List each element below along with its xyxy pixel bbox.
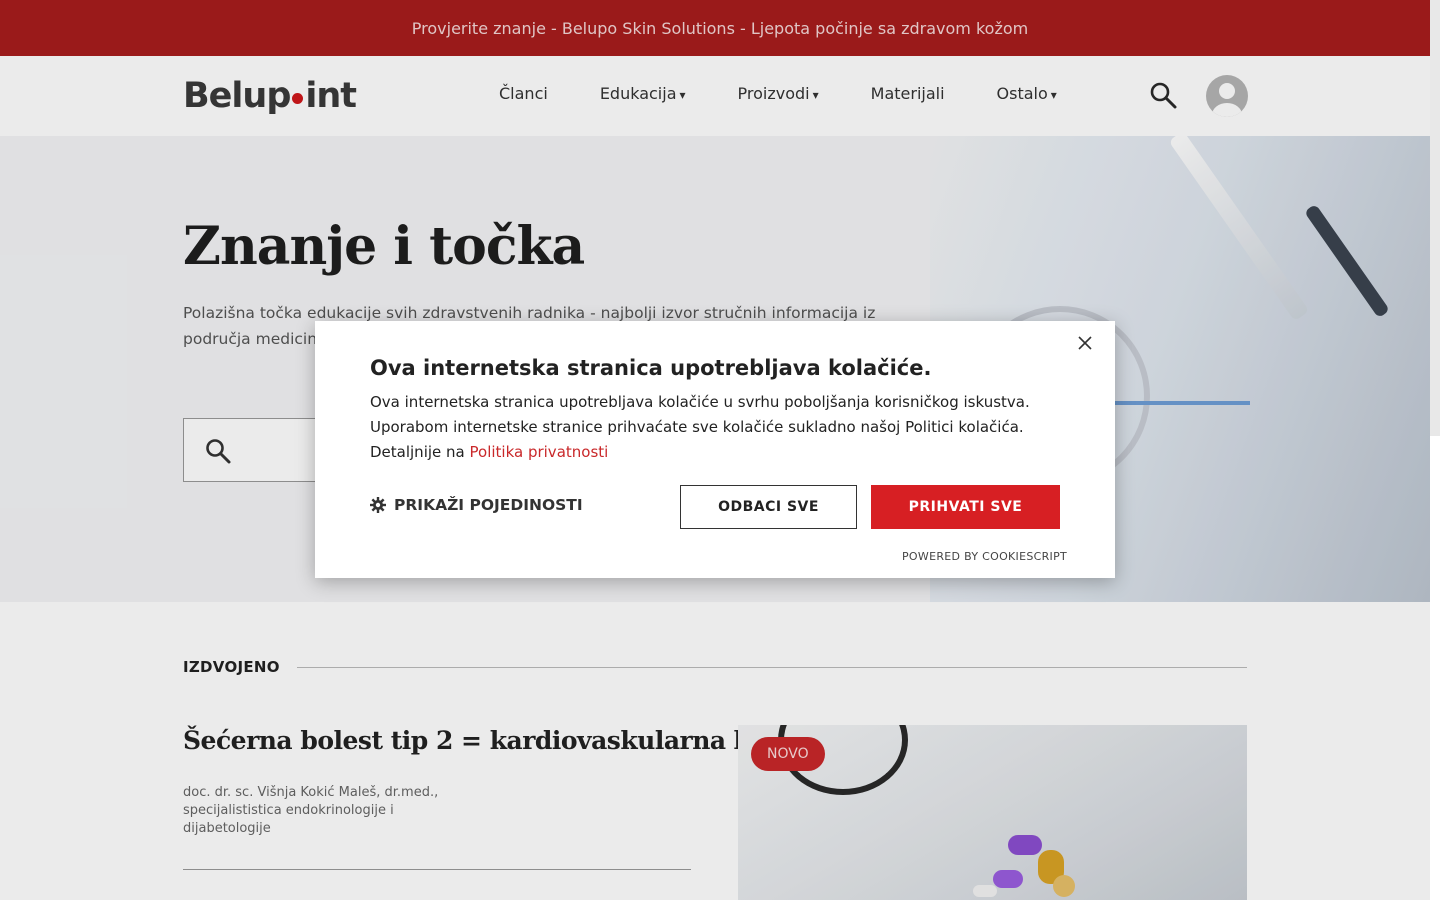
cookie-text-line: Uporabom internetske stranice prihvaćate… [370, 418, 1024, 436]
cookie-consent-dialog: Ova internetska stranica upotrebljava ko… [315, 321, 1115, 578]
privacy-policy-link[interactable]: Politika privatnosti [470, 443, 609, 461]
cookie-text-line: Ova internetska stranica upotrebljava ko… [370, 393, 1030, 411]
close-icon [1078, 336, 1092, 350]
cookie-dialog-text: Ova internetska stranica upotrebljava ko… [370, 390, 1070, 465]
show-details-button[interactable]: PRIKAŽI POJEDINOSTI [370, 496, 583, 514]
cookie-dialog-title: Ova internetska stranica upotrebljava ko… [370, 356, 932, 380]
close-button[interactable] [1077, 335, 1093, 351]
reject-all-button[interactable]: ODBACI SVE [680, 485, 857, 529]
cookie-text-line: Detaljnije na Politika privatnosti [370, 440, 1070, 465]
powered-by-cookiescript-link[interactable]: POWERED BY COOKIESCRIPT [902, 550, 1067, 563]
show-details-label: PRIKAŽI POJEDINOSTI [394, 496, 583, 514]
cookie-text-prefix: Detaljnije na [370, 443, 470, 461]
scrollbar-thumb[interactable] [1430, 436, 1440, 900]
accept-all-button[interactable]: PRIHVATI SVE [871, 485, 1060, 529]
page-scrollbar[interactable] [1430, 0, 1440, 900]
gear-icon [370, 497, 386, 513]
